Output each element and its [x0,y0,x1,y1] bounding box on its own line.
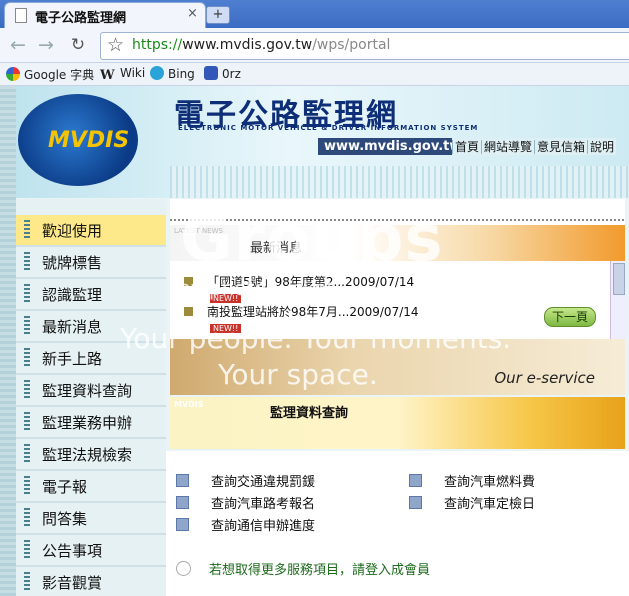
menu-bullet-icon [24,540,30,560]
services-header: MVDIS 監理資料查詢 [170,397,625,449]
forward-icon[interactable]: → [34,33,58,57]
services-panel: 查詢交通違規罰鍰 查詢汽車路考報名 查詢通信申辦進度 查詢汽車燃料費 查詢汽車定… [166,451,629,596]
watermark-groups: Groups [180,202,444,276]
menu-bullet-icon [24,508,30,528]
link-fuel-fee[interactable]: 查詢汽車燃料費 [409,471,535,490]
arrow-icon [176,474,189,487]
browser-tab[interactable]: 電子公路監理網 × [4,2,206,29]
top-nav: 首頁 網站導覽 意見信箱 說明 [452,138,617,155]
sidebar-item-plate-auction[interactable]: 號牌標售 [16,247,166,279]
link-inspection-date[interactable]: 查詢汽車定檢日 [409,493,535,512]
wikipedia-icon: W [100,68,115,83]
watermark-tagline-2: Your space. [218,358,378,391]
watermark-photobucket: by photobucket [178,276,334,300]
link-mail-application-progress[interactable]: 查詢通信申辦進度 [176,515,315,534]
bookmarks-bar: Google 字典 W Wiki Bing 0rz [0,63,629,86]
left-stripe [0,86,16,596]
menu-bullet-icon [24,316,30,336]
menu-bullet-icon [24,476,30,496]
page-icon [15,8,27,23]
header-decoration [170,166,629,198]
nav-home[interactable]: 首頁 [452,140,482,154]
sidebar: 歡迎使用 號牌標售 認識監理 最新消息 新手上路 監理資料查詢 監理業務申辦 監… [16,199,166,596]
news-bullet-icon [184,307,193,316]
url-text[interactable]: https://www.mvdis.gov.tw/wps/portal [132,37,390,53]
close-tab-icon[interactable]: × [187,6,198,21]
back-icon[interactable]: ← [6,33,30,57]
arrow-icon [409,474,422,487]
reload-icon[interactable]: ↻ [66,33,90,57]
menu-bullet-icon [24,252,30,272]
services-title: 監理資料查詢 [270,406,349,421]
address-bar[interactable]: ☆ https://www.mvdis.gov.tw/wps/portal [100,32,629,60]
watermark-tagline: Your people. Your moments. [120,322,512,355]
services-brand: MVDIS [174,400,204,409]
sidebar-item-applications[interactable]: 監理業務申辦 [16,407,166,439]
info-icon [176,561,191,576]
menu-bullet-icon [24,348,30,368]
bookmark-wiki[interactable]: W Wiki [100,66,145,83]
sidebar-item-welcome[interactable]: 歡迎使用 [16,215,166,247]
0rz-icon [204,66,218,80]
menu-bullet-icon [24,412,30,432]
nav-sitemap[interactable]: 網站導覽 [481,140,535,154]
nav-help[interactable]: 說明 [587,140,617,154]
sidebar-item-about[interactable]: 認識監理 [16,279,166,311]
sidebar-item-videos[interactable]: 影音觀賞 [16,567,166,596]
web-page: MVDIS 電子公路監理網 ELECTRONIC MOTOR VEHICLE &… [0,86,629,596]
sidebar-item-announcements[interactable]: 公告事項 [16,535,166,567]
link-traffic-fines[interactable]: 查詢交通違規罰鍰 [176,471,315,490]
bookmark-0rz[interactable]: 0rz [204,66,241,82]
new-tab-button[interactable]: + [206,6,230,24]
sidebar-item-newsletter[interactable]: 電子報 [16,471,166,503]
google-icon [6,67,20,81]
arrow-icon [176,518,189,531]
menu-bullet-icon [24,380,30,400]
news-scrollbar[interactable] [610,261,626,339]
sidebar-item-regulations[interactable]: 監理法規檢索 [16,439,166,471]
browser-toolbar: ← → ↻ ☆ https://www.mvdis.gov.tw/wps/por… [0,28,629,63]
scroll-thumb[interactable] [613,263,625,295]
sidebar-item-faq[interactable]: 問答集 [16,503,166,535]
link-road-test-signup[interactable]: 查詢汽車路考報名 [176,493,315,512]
bookmark-bing[interactable]: Bing [150,66,195,82]
bookmark-google-dictionary[interactable]: Google 字典 [6,66,94,82]
nav-feedback[interactable]: 意見信箱 [534,140,588,154]
bing-icon [150,66,164,80]
tab-strip: 電子公路監理網 × + [0,0,629,29]
arrow-icon [409,496,422,509]
menu-bullet-icon [24,572,30,592]
next-page-button[interactable]: 下一頁 [544,307,596,327]
menu-bullet-icon [24,444,30,464]
mvdis-logo[interactable]: MVDIS [18,94,138,186]
member-login-note[interactable]: 若想取得更多服務項目，請登入成會員 [176,559,430,578]
site-subtitle: ELECTRONIC MOTOR VEHICLE & DRIVER INFORM… [178,124,479,132]
menu-bullet-icon [24,220,30,240]
tab-title: 電子公路監理網 [35,11,127,26]
site-domain: www.mvdis.gov.tw [318,138,468,155]
arrow-icon [176,496,189,509]
sidebar-item-data-query[interactable]: 監理資料查詢 [16,375,166,407]
bookmark-star-icon[interactable]: ☆ [107,34,124,56]
menu-bullet-icon [24,284,30,304]
